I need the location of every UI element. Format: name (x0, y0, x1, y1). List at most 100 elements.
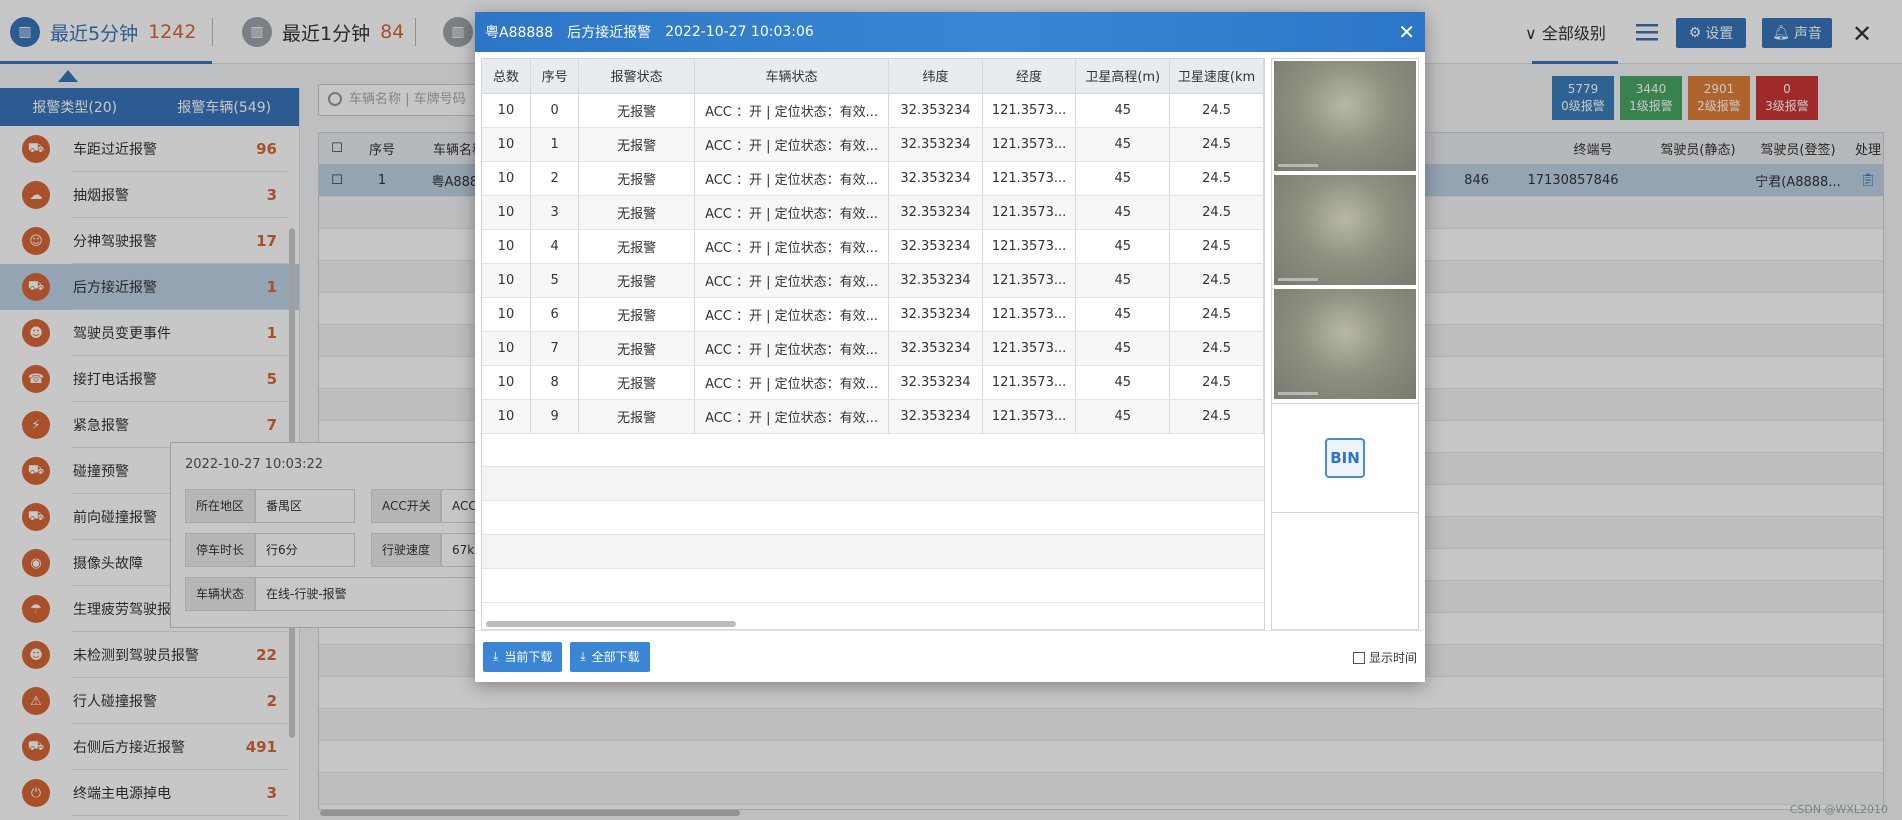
table-row[interactable]: 10 3 无报警 ACC ：开 | 定位状态：有效... 32.353234 121.35… (482, 195, 1264, 230)
sidebar-item[interactable]: ☁ 抽烟报警 3 (0, 172, 299, 218)
level-badges: 5779 0级报警 3440 1级报警 2901 2级报警 0 3级报警 (1552, 76, 1818, 120)
sidebar-item-count: 2 (266, 692, 277, 710)
column-header[interactable]: 报警状态 (578, 59, 695, 94)
table-cell: 24.5 (1169, 263, 1264, 298)
chevron-down-icon: ∨ (1525, 24, 1537, 43)
column-header[interactable]: 序号 (530, 59, 580, 94)
detail-table-header: 总数 序号 报警状态 车辆状态 纬度 经度 卫星高程(m) 卫星速度(km (482, 59, 1264, 94)
sidebar-item[interactable]: ☎ 接打电话报警 5 (0, 356, 299, 402)
dialog-alarm-type: 后方接近报警 (567, 25, 652, 41)
sidebar-item[interactable]: ⛟ 车距过近报警 96 (0, 126, 299, 172)
column-header[interactable]: 车辆状态 (694, 59, 890, 94)
stat-label: 最近5分钟 (50, 22, 139, 45)
level-badge[interactable]: 5779 0级报警 (1552, 76, 1614, 120)
table-row[interactable]: 10 0 无报警 ACC ：开 | 定位状态：有效... 32.353234 121.35… (482, 93, 1264, 128)
sidebar-item[interactable]: ⛟ 右侧后方接近报警 491 (0, 724, 299, 770)
table-cell: 121.3573... (982, 399, 1077, 434)
table-cell: ACC ：开 | 定位状态：有效... (694, 263, 890, 298)
settings-button[interactable]: ⚙ 设置 (1676, 18, 1746, 48)
close-icon[interactable]: ✕ (1852, 20, 1872, 48)
search-icon (328, 92, 342, 106)
bin-file[interactable]: BIN (1272, 403, 1418, 513)
stat-partial[interactable]: ▥ (443, 14, 473, 50)
table-row[interactable]: 10 5 无报警 ACC ：开 | 定位状态：有效... 32.353234 121.35… (482, 263, 1264, 298)
alarm-type-icon: ☎ (22, 365, 50, 393)
table-row[interactable]: 10 9 无报警 ACC ：开 | 定位状态：有效... 32.353234 121.35… (482, 399, 1264, 434)
close-icon[interactable]: ✕ (1398, 20, 1415, 44)
table-cell: 45 (1075, 93, 1171, 128)
stat-1min[interactable]: ▥ 最近1分钟 84 (242, 14, 404, 50)
sound-button[interactable]: 🔔︎ 声音 (1762, 18, 1832, 48)
grid-scrollbar[interactable] (320, 810, 740, 816)
row-checkbox[interactable]: ☐ (319, 173, 355, 188)
camera-snapshot[interactable] (1274, 175, 1416, 285)
watermark: CSDN @WXL2010 (1789, 803, 1888, 816)
select-all-checkbox[interactable]: ☐ (319, 141, 355, 156)
level-select[interactable]: ∨ 全部级别 (1525, 20, 1606, 44)
sidebar-item[interactable]: ⛟ 后方接近报警 1 (0, 264, 299, 310)
tab-alarm-vehicles[interactable]: 报警车辆(549) (150, 97, 300, 117)
stat-5min[interactable]: ▥ 最近5分钟 1242 (10, 14, 196, 50)
column-header[interactable]: 纬度 (888, 59, 983, 94)
col-action: 处理 (1854, 143, 1881, 158)
row-driver: 宁君(A8888... (1755, 175, 1841, 190)
sidebar-item-label: 未检测到驾驶员报警 (73, 648, 199, 664)
sidebar-item[interactable]: ⏻ 终端主电源掉电 3 (0, 770, 299, 816)
table-cell: 无报警 (578, 399, 695, 434)
level-badge[interactable]: 3440 1级报警 (1620, 76, 1682, 120)
alarm-type-icon: ⚡ (22, 411, 50, 439)
table-cell: 121.3573... (982, 331, 1077, 366)
table-cell: 9 (530, 399, 580, 434)
sidebar-item[interactable]: ☻ 驾驶员变更事件 1 (0, 310, 299, 356)
column-header[interactable]: 总数 (482, 59, 531, 94)
download-current-button[interactable]: ⤓ 当前下载 (483, 641, 563, 672)
dialog-time: 2022-10-27 10:03:06 (665, 24, 814, 40)
table-cell: 24.5 (1169, 365, 1264, 400)
camera-snapshot[interactable] (1274, 61, 1416, 171)
download-all-label: 全部下载 (591, 650, 640, 664)
column-header[interactable]: 经度 (982, 59, 1077, 94)
clipboard-icon[interactable]: 📋︎ (1853, 173, 1883, 188)
table-row[interactable]: 10 2 无报警 ACC ：开 | 定位状态：有效... 32.353234 121.35… (482, 161, 1264, 196)
camera-snapshot[interactable] (1274, 289, 1416, 399)
detail-table: 总数 序号 报警状态 车辆状态 纬度 经度 卫星高程(m) 卫星速度(km 10 0 无报警 ACC… (482, 59, 1264, 434)
badge-label: 0级报警 (1561, 99, 1605, 113)
table-row[interactable]: 10 4 无报警 ACC ：开 | 定位状态：有效... 32.353234 121.35… (482, 229, 1264, 264)
sidebar-item-count: 17 (256, 232, 277, 250)
sidebar-item-label: 抽烟报警 (73, 188, 129, 204)
table-cell: 45 (1075, 195, 1171, 230)
table-row[interactable]: 10 7 无报警 ACC ：开 | 定位状态：有效... 32.353234 121.35… (482, 331, 1264, 366)
column-header[interactable]: 卫星速度(km (1169, 59, 1264, 94)
table-cell: 10 (482, 195, 531, 230)
table-row[interactable]: 10 6 无报警 ACC ：开 | 定位状态：有效... 32.353234 121.35… (482, 297, 1264, 332)
divider (415, 18, 416, 46)
table-cell: 121.3573... (982, 93, 1077, 128)
show-time-checkbox[interactable]: 显示时间 (1352, 649, 1417, 666)
alarm-type-icon: ☺ (22, 227, 50, 255)
tab-alarm-type[interactable]: 报警类型(20) (0, 97, 150, 117)
column-header[interactable]: 卫星高程(m) (1075, 59, 1171, 94)
download-all-button[interactable]: ⤓ 全部下载 (570, 641, 650, 672)
sound-label: 声音 (1793, 26, 1822, 42)
sidebar-item[interactable]: ⚠ 行人碰撞报警 2 (0, 678, 299, 724)
table-h-scrollbar[interactable] (486, 621, 736, 627)
download-current-label: 当前下载 (504, 650, 553, 664)
sidebar-item-count: 491 (245, 738, 277, 756)
table-cell: 24.5 (1169, 127, 1264, 162)
level-badge[interactable]: 2901 2级报警 (1688, 76, 1750, 120)
table-row[interactable]: 10 8 无报警 ACC ：开 | 定位状态：有效... 32.353234 121.35… (482, 365, 1264, 400)
table-cell: ACC ：开 | 定位状态：有效... (694, 331, 890, 366)
bell-icon: 🔔︎ (1772, 25, 1790, 41)
sidebar-item[interactable]: ☺ 分神驾驶报警 17 (0, 218, 299, 264)
table-row[interactable]: 10 1 无报警 ACC ：开 | 定位状态：有效... 32.353234 121.35… (482, 127, 1264, 162)
table-cell: 10 (482, 93, 531, 128)
sidebar-item[interactable]: ☻ 未检测到驾驶员报警 22 (0, 632, 299, 678)
table-cell: 24.5 (1169, 229, 1264, 264)
sidebar-item-count: 96 (256, 140, 277, 158)
bar-chart-icon: ▥ (10, 17, 40, 47)
table-cell: 10 (482, 365, 531, 400)
list-menu-icon[interactable] (1636, 22, 1658, 42)
alarm-type-icon: ⚠ (22, 687, 50, 715)
table-cell: 4 (530, 229, 580, 264)
level-badge[interactable]: 0 3级报警 (1756, 76, 1818, 120)
